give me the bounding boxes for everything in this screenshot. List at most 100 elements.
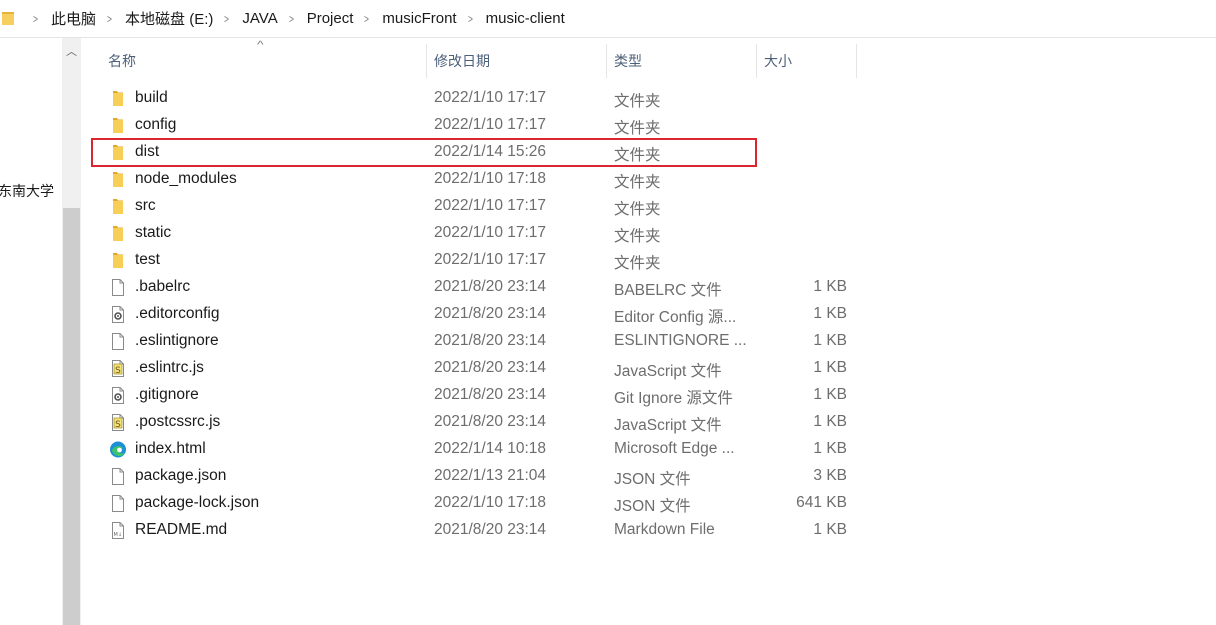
svg-text:M↓: M↓ (114, 532, 123, 538)
file-name: package.json (135, 467, 227, 484)
file-name: dist (135, 143, 160, 160)
file-type: 文件夹 (614, 147, 661, 164)
file-row[interactable]: src 2022/1/10 17:17 文件夹 (92, 193, 756, 220)
scrollbar-thumb[interactable] (63, 208, 80, 625)
file-row[interactable]: package.json 2022/1/13 21:04 JSON 文件 3 KB (92, 463, 847, 490)
markdown-file-icon: M↓ (109, 521, 127, 540)
chevron-right-icon[interactable]: > (289, 12, 294, 26)
file-date: 2022/1/10 17:17 (434, 116, 547, 133)
file-row[interactable]: package-lock.json 2022/1/10 17:18 JSON 文件 6… (92, 490, 847, 517)
file-date: 2021/8/20 23:14 (434, 413, 547, 430)
file-icon (109, 467, 127, 486)
column-divider[interactable] (426, 44, 427, 78)
file-row[interactable]: index.html 2022/1/14 10:18 Microsoft Edge … (92, 436, 847, 463)
nav-scrollbar[interactable]: ︿ (62, 38, 81, 625)
file-name: config (135, 116, 177, 133)
file-row[interactable]: S .eslintrc.js 2021/8/20 23:14 JavaScript 文… (92, 355, 847, 382)
file-row[interactable]: config 2022/1/10 17:17 文件夹 (92, 112, 756, 139)
file-date: 2022/1/13 21:04 (434, 467, 547, 484)
folder-icon (109, 116, 127, 135)
file-type: JSON 文件 (614, 498, 691, 515)
column-divider[interactable] (606, 44, 607, 78)
file-name: .editorconfig (135, 305, 220, 322)
folder-icon (109, 143, 127, 162)
breadcrumb-label[interactable]: Project (307, 10, 354, 27)
breadcrumb-label[interactable]: JAVA (242, 10, 277, 27)
folder-icon (109, 251, 127, 270)
file-size: 3 KB (813, 467, 847, 484)
address-bar[interactable]: > 此电脑 > 本地磁盘 (E:) > JAVA > Project > musicFront > m… (0, 0, 1216, 38)
folder-icon (109, 170, 127, 189)
file-date: 2022/1/14 10:18 (434, 440, 547, 457)
breadcrumb-label[interactable]: music-client (486, 10, 565, 27)
file-row[interactable]: node_modules 2022/1/10 17:18 文件夹 (92, 166, 756, 193)
edge-icon (109, 440, 127, 459)
file-size: 1 KB (813, 305, 847, 322)
column-header-type[interactable]: 类型 (614, 44, 642, 78)
file-date: 2022/1/10 17:18 (434, 494, 547, 511)
breadcrumb-label[interactable]: 本地磁盘 (E:) (125, 8, 213, 29)
file-icon (109, 494, 127, 513)
folder-icon (109, 197, 127, 216)
file-date: 2022/1/14 15:26 (434, 143, 547, 160)
file-type: 文件夹 (614, 120, 661, 137)
file-date: 2022/1/10 17:17 (434, 224, 547, 241)
file-date: 2021/8/20 23:14 (434, 332, 547, 349)
chevron-right-icon[interactable]: > (468, 12, 473, 26)
file-date: 2022/1/10 17:17 (434, 197, 547, 214)
breadcrumb-item: > musicFront (353, 10, 456, 27)
file-row[interactable]: .editorconfig 2021/8/20 23:14 Editor Confi… (92, 301, 847, 328)
file-type: Editor Config 源... (614, 309, 737, 326)
breadcrumb-item: > JAVA (213, 10, 277, 27)
nav-item-quick-access[interactable]: 东南大学 (0, 181, 54, 201)
file-date: 2022/1/10 17:17 (434, 251, 547, 268)
script-file-icon: S (109, 413, 127, 432)
chevron-right-icon[interactable]: > (364, 12, 369, 26)
file-row[interactable]: S .postcssrc.js 2021/8/20 23:14 JavaScript … (92, 409, 847, 436)
file-name: .babelrc (135, 278, 191, 295)
file-date: 2022/1/10 17:17 (434, 89, 547, 106)
file-row[interactable]: .eslintignore 2021/8/20 23:14 ESLINTIGNORE… (92, 328, 847, 355)
column-header-name[interactable]: 名称 (108, 44, 136, 78)
file-size: 1 KB (813, 413, 847, 430)
file-name: .gitignore (135, 386, 199, 403)
file-type: Microsoft Edge ... (614, 440, 735, 457)
breadcrumb-label[interactable]: 此电脑 (51, 8, 96, 29)
file-row[interactable]: M↓ README.md 2021/8/20 23:14 Markdown File 1… (92, 517, 847, 544)
file-name: package-lock.json (135, 494, 260, 511)
file-name: static (135, 224, 172, 241)
file-name: build (135, 89, 168, 106)
chevron-right-icon[interactable]: > (107, 12, 112, 26)
file-row[interactable]: .babelrc 2021/8/20 23:14 BABELRC 文件 1 KB (92, 274, 847, 301)
folder-icon (2, 12, 14, 25)
chevron-up-icon[interactable]: ︿ (65, 46, 78, 58)
file-type: 文件夹 (614, 255, 661, 272)
file-row[interactable]: test 2022/1/10 17:17 文件夹 (92, 247, 756, 274)
folder-icon (109, 224, 127, 243)
column-header-size[interactable]: 大小 (764, 44, 792, 78)
chevron-right-icon[interactable]: > (224, 12, 229, 26)
column-divider[interactable] (756, 44, 757, 78)
file-date: 2021/8/20 23:14 (434, 278, 547, 295)
breadcrumb-item: > Project (278, 10, 354, 27)
gear-file-icon (109, 305, 127, 324)
file-name: test (135, 251, 160, 268)
file-name: .postcssrc.js (135, 413, 221, 430)
file-row-selected[interactable]: dist 2022/1/14 15:26 文件夹 (91, 138, 757, 167)
file-row[interactable]: .gitignore 2021/8/20 23:14 Git Ignore 源文件 1… (92, 382, 847, 409)
file-type: JSON 文件 (614, 471, 691, 488)
file-row[interactable]: static 2022/1/10 17:17 文件夹 (92, 220, 756, 247)
breadcrumb: > 此电脑 > 本地磁盘 (E:) > JAVA > Project > musicFront > m… (22, 0, 565, 37)
file-type: 文件夹 (614, 201, 661, 218)
file-row[interactable]: build 2022/1/10 17:17 文件夹 (92, 85, 756, 112)
file-icon (109, 332, 127, 351)
file-type: ESLINTIGNORE ... (614, 332, 747, 349)
file-type: 文件夹 (614, 228, 661, 245)
sort-ascending-icon: ^ (257, 40, 264, 51)
column-divider[interactable] (856, 44, 857, 78)
column-header-date[interactable]: 修改日期 (434, 44, 490, 78)
breadcrumb-label[interactable]: musicFront (382, 10, 456, 27)
file-name: src (135, 197, 156, 214)
breadcrumb-item: > music-client (457, 10, 565, 27)
chevron-right-icon[interactable]: > (33, 12, 38, 26)
